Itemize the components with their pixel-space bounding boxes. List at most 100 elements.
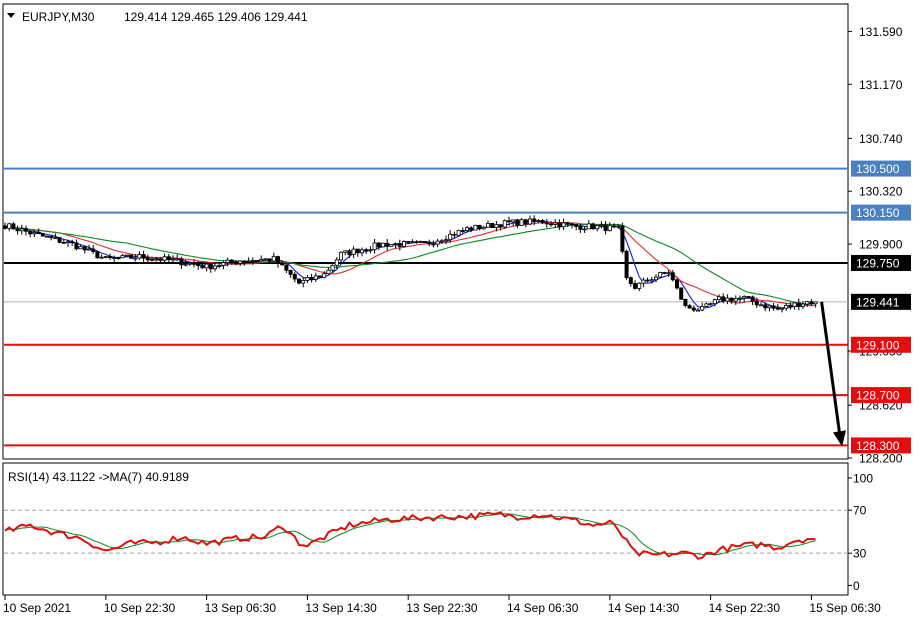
candle-body-up: [246, 260, 251, 263]
candle-body-down: [532, 218, 537, 222]
candle-body-down: [385, 242, 390, 247]
candle-body-down: [574, 224, 579, 227]
candle: [317, 275, 322, 278]
candle-body-up: [137, 254, 142, 259]
candle: [624, 249, 629, 280]
candle-body-down: [645, 279, 650, 282]
candle-body-up: [742, 296, 747, 299]
candle-body-up: [217, 264, 222, 267]
candle-body-down: [355, 248, 360, 254]
candle-body-down: [208, 263, 213, 270]
candle-body-up: [637, 282, 642, 289]
candle-body-down: [317, 275, 322, 278]
candle-body-down: [95, 251, 100, 259]
candle-body-down: [28, 230, 33, 235]
candle-body-down: [431, 243, 436, 246]
candle-body-down: [683, 298, 688, 306]
candle-body-down: [82, 246, 87, 251]
candle-body-down: [544, 222, 549, 225]
candle: [490, 222, 495, 229]
candle-body-down: [460, 230, 465, 232]
candle-body-down: [679, 287, 684, 300]
candle: [95, 251, 100, 259]
candle-body-down: [23, 228, 28, 232]
candle-body-up: [330, 264, 335, 271]
candle-body-down: [145, 257, 150, 261]
rsi-tick-label: 30: [853, 547, 867, 561]
candle-body-up: [502, 220, 507, 228]
level-tag-label: 129.750: [856, 256, 900, 270]
candle-body-up: [32, 232, 37, 235]
candle-body-down: [490, 222, 495, 229]
candle-body-down: [284, 264, 289, 271]
candle-body-down: [620, 225, 625, 252]
candle-body-down: [750, 296, 755, 302]
candle-body-up: [704, 303, 709, 307]
candle-body-up: [717, 296, 722, 301]
candle-body-down: [364, 249, 369, 252]
candle-body-down: [628, 277, 633, 284]
candle-body-up: [658, 272, 663, 278]
candle-body-down: [141, 254, 146, 259]
candle-body-up: [443, 239, 448, 242]
candle-body-up: [389, 243, 394, 247]
candle-body-down: [166, 256, 171, 261]
candle-body-up: [99, 256, 104, 259]
candle-body-down: [549, 223, 554, 226]
level-tag-label: 129.441: [856, 295, 900, 309]
candle-body-up: [536, 220, 541, 222]
candle-body-down: [397, 243, 402, 247]
candle: [473, 224, 478, 231]
candle-body-up: [7, 223, 12, 229]
rsi-panel: 100 70 30 0 RSI(14) 43.1122 ->MA(7) 40.9189: [2, 462, 873, 596]
candle-body-up: [494, 224, 499, 229]
price-panel: 131.590131.170130.740130.320129.900129.0…: [2, 3, 911, 466]
candle-body-down: [11, 223, 16, 230]
symbol-label: EURJPY,M30: [22, 10, 95, 24]
candle: [679, 287, 684, 300]
candle-body-up: [351, 248, 356, 255]
candle: [40, 233, 45, 237]
candle-body-down: [796, 302, 801, 308]
candle-body-up: [225, 259, 230, 263]
candle-body-down: [662, 272, 667, 274]
candle-body-down: [515, 219, 520, 226]
candle-body-up: [183, 263, 188, 266]
candle-body-up: [263, 258, 268, 261]
candle-body-up: [334, 259, 339, 266]
candle-body-up: [725, 297, 730, 302]
candle-body-down: [61, 242, 66, 244]
candle-body-down: [754, 301, 759, 306]
price-tick-label: 129.900: [859, 238, 903, 252]
ohlc-readout: 129.414 129.465 129.406 129.441: [124, 10, 308, 24]
candle-body-down: [15, 228, 20, 232]
candle: [401, 240, 406, 248]
time-tick-label: 13 Sep 22:30: [406, 601, 478, 615]
candle-body-down: [296, 278, 301, 284]
candle-body-down: [280, 263, 285, 266]
time-tick-label: 13 Sep 14:30: [305, 601, 377, 615]
candle-body-down: [108, 256, 113, 259]
candle-body-down: [523, 219, 528, 225]
candle-body-down: [196, 263, 201, 267]
candle-body-down: [49, 235, 54, 239]
candle-body-up: [649, 279, 654, 282]
candle: [658, 271, 663, 279]
candle-body-up: [759, 304, 764, 307]
candle-body-up: [175, 258, 180, 261]
candle-body-down: [414, 241, 419, 244]
candle-body-down: [452, 233, 457, 236]
candle: [57, 237, 62, 244]
candle-body-down: [603, 224, 608, 232]
candle: [380, 242, 385, 248]
time-tick-label: 15 Sep 06:30: [809, 601, 881, 615]
candle-body-down: [116, 257, 121, 260]
candle-body-down: [565, 222, 570, 225]
level-tag-label: 128.700: [856, 389, 900, 403]
candle-body-up: [586, 223, 591, 230]
candle-body-up: [401, 241, 406, 247]
candle-body-up: [607, 225, 612, 232]
candle-body-down: [498, 224, 503, 228]
candle-body-up: [456, 230, 461, 236]
candle-body-up: [301, 280, 306, 284]
